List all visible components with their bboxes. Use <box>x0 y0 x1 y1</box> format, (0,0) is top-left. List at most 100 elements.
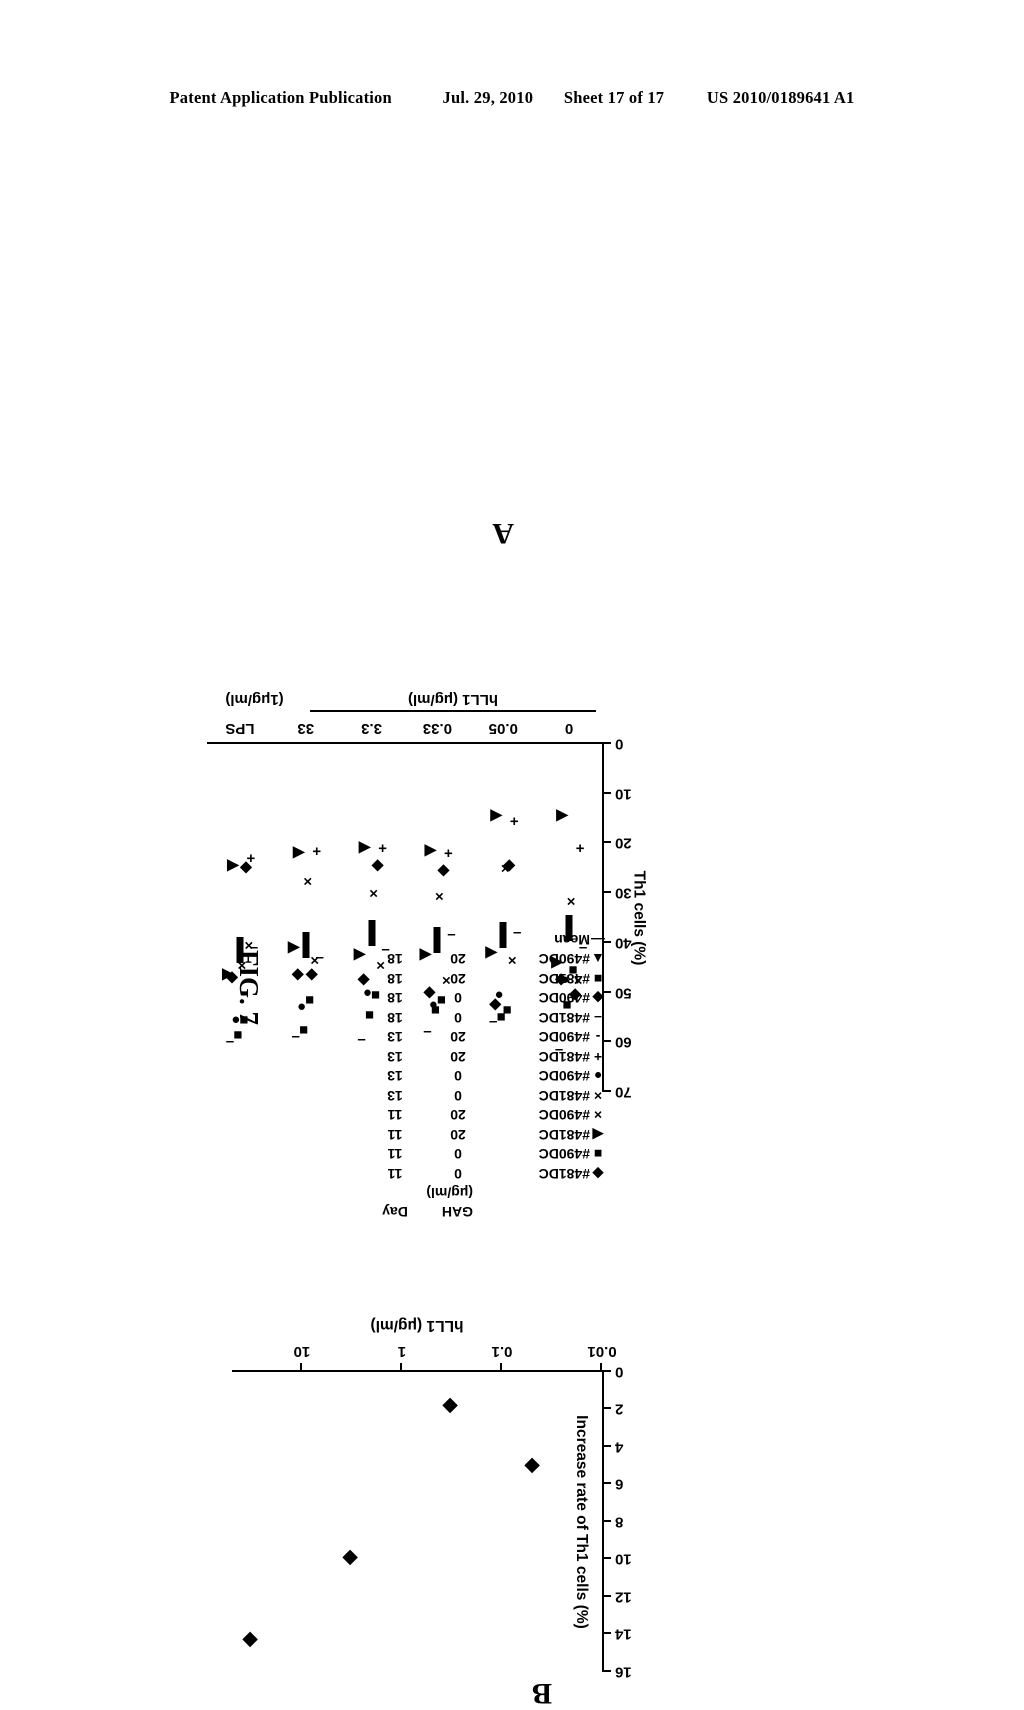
panel-a-y-tick-label: 50 <box>615 984 632 1002</box>
legend-marker-icon: ■ <box>593 971 603 987</box>
panel-a-data-point <box>567 893 576 908</box>
legend-label: #481DC <box>538 1127 590 1143</box>
legend-gah-value: 20 <box>450 1029 466 1046</box>
panel-b-y-tick-label: 2 <box>615 1401 624 1418</box>
legend-gah-value: 20 <box>450 1049 466 1065</box>
panel-b-y-tick <box>602 1595 611 1597</box>
legend-row: ◆ #490DC 0 18 <box>306 987 606 1007</box>
panel-a-data-point <box>226 1035 234 1050</box>
panel-a-y-tick-label: 0 <box>615 735 624 753</box>
legend-day-value: 13 <box>387 1088 403 1104</box>
panel-a-data-point <box>501 861 510 876</box>
legend-row: —Mean <box>306 929 606 948</box>
panel-b-plot-area: Increase rate of Th1 cells (%) hLL1 (μg/… <box>232 1317 632 1681</box>
panel-a-y-tick <box>602 940 611 943</box>
panel-a-x-group-label: 0.33 <box>422 720 453 737</box>
panel-a-letter: A <box>492 517 514 550</box>
panel-b-y-tick <box>602 1520 611 1522</box>
legend-row: ◀ #481DC 20 11 <box>306 1124 606 1143</box>
panel-a-data-point <box>357 1032 365 1047</box>
panel-a-data-point <box>354 948 366 963</box>
panel-b-data-point <box>343 1548 358 1567</box>
panel-a-data-point <box>442 973 451 988</box>
panel-a-y-tick <box>602 990 611 993</box>
panel-a-data-point <box>425 843 437 858</box>
legend-marker-icon: ● <box>593 1068 603 1085</box>
panel-b-y-tick <box>602 1632 611 1635</box>
panel-a-data-point <box>381 943 389 958</box>
panel-b-y-tick-label: 6 <box>615 1476 624 1493</box>
header-publication: Patent Application Publication <box>169 88 392 107</box>
panel-b-x-tick-label: 10 <box>293 1343 311 1360</box>
legend-marker-icon: × <box>593 1107 603 1124</box>
panel-a-data-point <box>227 858 239 873</box>
panel-a-data-point <box>435 888 444 903</box>
panel-a-data-point <box>485 945 497 960</box>
legend-gah-value: 0 <box>454 1068 462 1085</box>
legend-label: #490DC <box>538 1029 590 1046</box>
panel-b-y-tick-label: 8 <box>615 1513 624 1531</box>
panel-a-data-point <box>292 968 304 983</box>
panel-a-data-point <box>299 1022 308 1037</box>
panel-a-data-point <box>292 1030 300 1045</box>
panel-a-data-point <box>508 953 517 968</box>
panel-b-x-tick-label: 0.01 <box>587 1343 617 1360</box>
legend-day-value: 13 <box>387 1029 403 1046</box>
panel-b-x-tick <box>600 1363 602 1372</box>
panel-a-x-group-label: 0.05 <box>488 720 518 737</box>
panel-a-data-point <box>489 998 501 1013</box>
panel-a-data-point <box>555 1042 563 1057</box>
panel-b-data-point <box>443 1396 458 1415</box>
panel-a-x-axis-rule <box>310 710 596 712</box>
legend-day-value: 11 <box>387 1146 403 1163</box>
panel-a-y-tick <box>602 841 611 844</box>
legend-gah-value: 0 <box>454 1088 462 1104</box>
panel-a-data-point <box>556 809 568 824</box>
panel-a-data-point <box>503 1002 512 1017</box>
legend-day-value: 11 <box>387 1127 403 1143</box>
panel-a-x-group-label: 3.3 <box>361 720 383 737</box>
figure-label: FIG. 7 <box>234 950 264 1026</box>
panel-a-y-tick-label: 20 <box>615 834 632 852</box>
page-header: Patent Application Publication Jul. 29, … <box>0 88 1024 108</box>
panel-b-x-tick <box>299 1363 302 1372</box>
legend-marker-icon: ■ <box>593 1146 603 1163</box>
panel-b-y-tick-label: 4 <box>615 1438 624 1456</box>
panel-a-y-axis-title: Th1 cells (%) <box>630 870 648 966</box>
legend-day-value: 11 <box>387 1166 403 1182</box>
panel-b-y-tick <box>602 1557 611 1560</box>
legend-label: #481DC <box>538 1166 590 1182</box>
header-sheet: Sheet 17 of 17 <box>563 88 665 107</box>
legend-header-day: Day <box>382 1204 408 1220</box>
panel-a-data-point <box>490 809 502 824</box>
legend-label: #481DC <box>538 1049 590 1065</box>
legend-row: × #481DC 0 13 <box>306 1085 606 1104</box>
legend-marker-icon: ◆ <box>592 1166 604 1182</box>
panel-a-data-point <box>565 914 573 941</box>
panel-a-y-tick-label: 30 <box>615 884 632 902</box>
legend-header-gah: GAH <box>441 1204 473 1220</box>
panel-a-data-point <box>372 858 384 873</box>
legend-marker-icon: + <box>593 1049 603 1065</box>
panel-a-data-point <box>444 846 453 861</box>
panel-b-y-tick <box>602 1445 611 1447</box>
legend-day-value: 18 <box>387 990 403 1007</box>
legend-row: – #481DC 0 18 <box>306 1007 606 1026</box>
panel-a-y-tick-label: 10 <box>615 785 632 803</box>
panel-b: B Increase rate of Th1 cells (%) hLL1 (μ… <box>164 1270 724 1710</box>
panel-a-legend-header: GAH Day <box>306 1201 606 1220</box>
panel-a-data-point <box>420 948 432 963</box>
panel-b-x-axis-title: hLL1 (μg/ml) <box>370 1317 464 1334</box>
legend-label: #490DC <box>538 1107 590 1124</box>
panel-b-y-tick <box>602 1670 611 1672</box>
panel-a-data-point <box>305 993 314 1008</box>
panel-b-x-tick-label: 1 <box>397 1343 407 1360</box>
panel-b-y-tick <box>602 1407 611 1410</box>
panel-b-y-tick-label: 12 <box>615 1588 632 1606</box>
panel-a-data-point <box>551 955 563 970</box>
panel-a-data-point <box>489 1015 497 1030</box>
panel-b-x-tick-label: 0.1 <box>491 1343 513 1360</box>
panel-a-data-point <box>376 958 385 973</box>
panel-a-y-tick <box>602 791 611 794</box>
panel-a-y-tick <box>602 1040 611 1043</box>
